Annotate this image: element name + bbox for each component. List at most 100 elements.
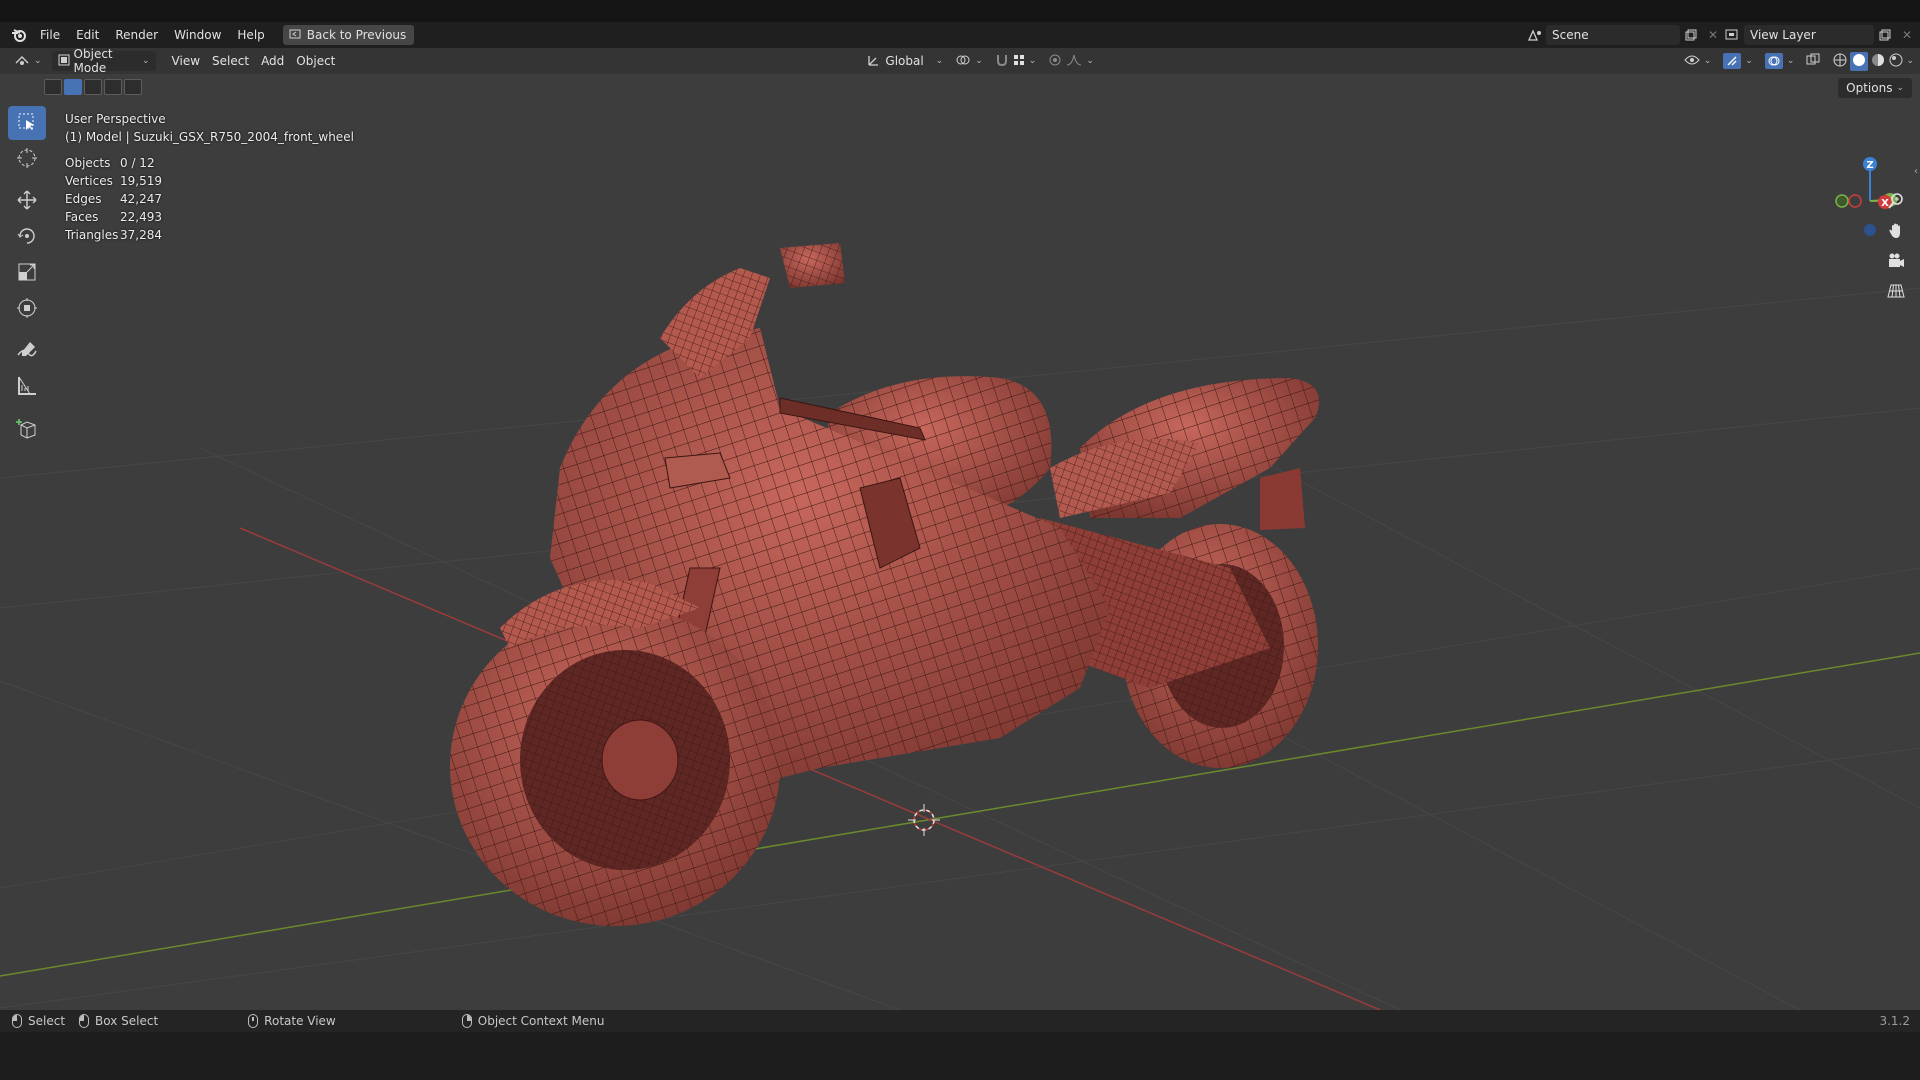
chevron-down-icon: ⌄: [142, 56, 150, 66]
chevron-down-icon: ⌄: [1703, 56, 1712, 66]
view-layer-name-field[interactable]: View Layer: [1744, 25, 1874, 45]
pivot-point-button[interactable]: ⌄: [949, 51, 989, 71]
cursor-icon: [16, 147, 38, 172]
visibility-dropdown[interactable]: ⌄: [1678, 51, 1718, 71]
viewport-header: ⌄ Object Mode ⌄ View Select Add Object G…: [0, 48, 1920, 75]
annotate-icon: [16, 339, 38, 364]
add-cube-tool[interactable]: [8, 412, 46, 446]
mouse-middle-icon: [248, 1014, 259, 1028]
solid-shading-icon[interactable]: [1850, 51, 1869, 71]
collapse-icon[interactable]: ‹: [1914, 166, 1918, 177]
select-invert-button[interactable]: [104, 79, 122, 95]
menu-object[interactable]: Object: [290, 51, 341, 71]
back-to-previous-button[interactable]: Back to Previous: [282, 25, 415, 45]
mode-label: Object Mode: [73, 48, 113, 75]
menu-help[interactable]: Help: [229, 24, 272, 46]
cursor-tool[interactable]: [8, 142, 46, 176]
orientation-icon: [867, 53, 881, 70]
mode-dropdown[interactable]: Object Mode ⌄: [51, 48, 156, 75]
select-extend-button[interactable]: [64, 79, 82, 95]
menu-select[interactable]: Select: [206, 51, 255, 71]
options-dropdown[interactable]: Options ⌄: [1838, 78, 1912, 98]
transform-icon: [16, 297, 38, 322]
tool-shelf: [8, 106, 48, 448]
scene-icon[interactable]: [1524, 25, 1546, 45]
add-cube-icon: [16, 417, 38, 442]
stat-row: Vertices 19,519: [65, 174, 162, 188]
select-mode-buttons: [44, 79, 142, 95]
menu-window[interactable]: Window: [166, 24, 229, 46]
menu-file[interactable]: File: [32, 24, 68, 46]
pan-button[interactable]: [1884, 220, 1908, 244]
transform-orientation-dropdown[interactable]: Global ⌄: [861, 51, 949, 71]
delete-scene-icon[interactable]: ✕: [1702, 25, 1724, 45]
xray-icon: [1806, 53, 1820, 70]
select-subtract-button[interactable]: [84, 79, 102, 95]
stat-row: Objects 0 / 12: [65, 156, 155, 170]
version-label: 3.1.2: [1879, 1014, 1910, 1028]
falloff-icon: [1066, 53, 1082, 70]
scene-statistics: Objects 0 / 12 Vertices 19,519 Edges 42,247…: [65, 154, 162, 244]
proportional-editing-button[interactable]: ⌄: [1042, 51, 1100, 71]
stat-row: Edges 42,247: [65, 192, 162, 206]
status-box-select: Box Select: [79, 1014, 158, 1028]
chevron-down-icon: ⌄: [1745, 56, 1753, 66]
scene-canvas[interactable]: [0, 48, 1920, 1010]
menu-edit[interactable]: Edit: [68, 24, 107, 46]
view-layer-icon[interactable]: [1722, 25, 1744, 45]
status-rotate-view: Rotate View: [248, 1014, 336, 1028]
scene-name-field[interactable]: Scene: [1546, 25, 1680, 45]
editor-type-icon: [14, 53, 30, 70]
select-box-tool[interactable]: [8, 106, 46, 140]
move-tool[interactable]: [8, 184, 46, 218]
object-mode-icon: [58, 54, 70, 69]
material-shading-icon[interactable]: [1870, 52, 1886, 71]
measure-tool[interactable]: [8, 370, 46, 404]
scene-selector: Scene ✕: [1524, 25, 1724, 45]
measure-icon: [16, 375, 38, 400]
rendered-shading-icon[interactable]: [1888, 52, 1904, 71]
status-bar: Select Box Select Rotate View Object Con…: [0, 1010, 1920, 1032]
transform-tool[interactable]: [8, 292, 46, 326]
camera-icon: [1887, 252, 1905, 273]
new-view-layer-icon[interactable]: [1874, 25, 1896, 45]
stat-row: Faces 22,493: [65, 210, 162, 224]
status-context-menu: Object Context Menu: [461, 1014, 604, 1028]
menu-add[interactable]: Add: [255, 51, 290, 71]
delete-view-layer-icon[interactable]: ✕: [1896, 25, 1918, 45]
bottom-area: [0, 1032, 1920, 1080]
camera-view-button[interactable]: [1884, 250, 1908, 274]
annotate-tool[interactable]: [8, 334, 46, 368]
hand-icon: [1887, 222, 1905, 243]
gizmo-neg-y[interactable]: [1835, 194, 1849, 208]
gizmo-toggle-button[interactable]: ⌄: [1717, 51, 1759, 71]
snap-toggle-button[interactable]: ⌄: [989, 51, 1043, 71]
gizmo-neg-z[interactable]: [1864, 224, 1876, 236]
blender-logo-icon[interactable]: [6, 22, 32, 48]
menu-view[interactable]: View: [166, 51, 206, 71]
rotate-tool[interactable]: [8, 220, 46, 254]
menu-render[interactable]: Render: [107, 24, 166, 46]
view-layer-name: View Layer: [1750, 28, 1816, 42]
stat-row: Triangles 37,284: [65, 228, 162, 242]
perspective-toggle-button[interactable]: [1884, 280, 1908, 304]
gizmo-neg-x[interactable]: [1848, 194, 1862, 208]
overlays-toggle-button[interactable]: ⌄: [1759, 51, 1801, 71]
rotate-icon: [16, 225, 38, 250]
back-icon: [289, 28, 301, 43]
xray-toggle-button[interactable]: [1800, 51, 1826, 71]
select-box-icon: [17, 112, 37, 135]
motorcycle-model[interactable]: [450, 243, 1320, 926]
select-new-button[interactable]: [44, 79, 62, 95]
3d-viewport[interactable]: ⌄ Object Mode ⌄ View Select Add Object G…: [0, 48, 1920, 1010]
select-intersect-button[interactable]: [124, 79, 142, 95]
pivot-icon: [955, 53, 971, 70]
new-scene-icon[interactable]: [1680, 25, 1702, 45]
shading-modes: ⌄: [1826, 51, 1920, 71]
zoom-button[interactable]: [1884, 190, 1908, 214]
snap-grid-icon: [1013, 54, 1025, 69]
wireframe-shading-icon[interactable]: [1832, 52, 1848, 71]
scale-tool[interactable]: [8, 256, 46, 290]
editor-type-button[interactable]: ⌄: [8, 51, 48, 71]
gizmo-icon: [1723, 53, 1742, 69]
